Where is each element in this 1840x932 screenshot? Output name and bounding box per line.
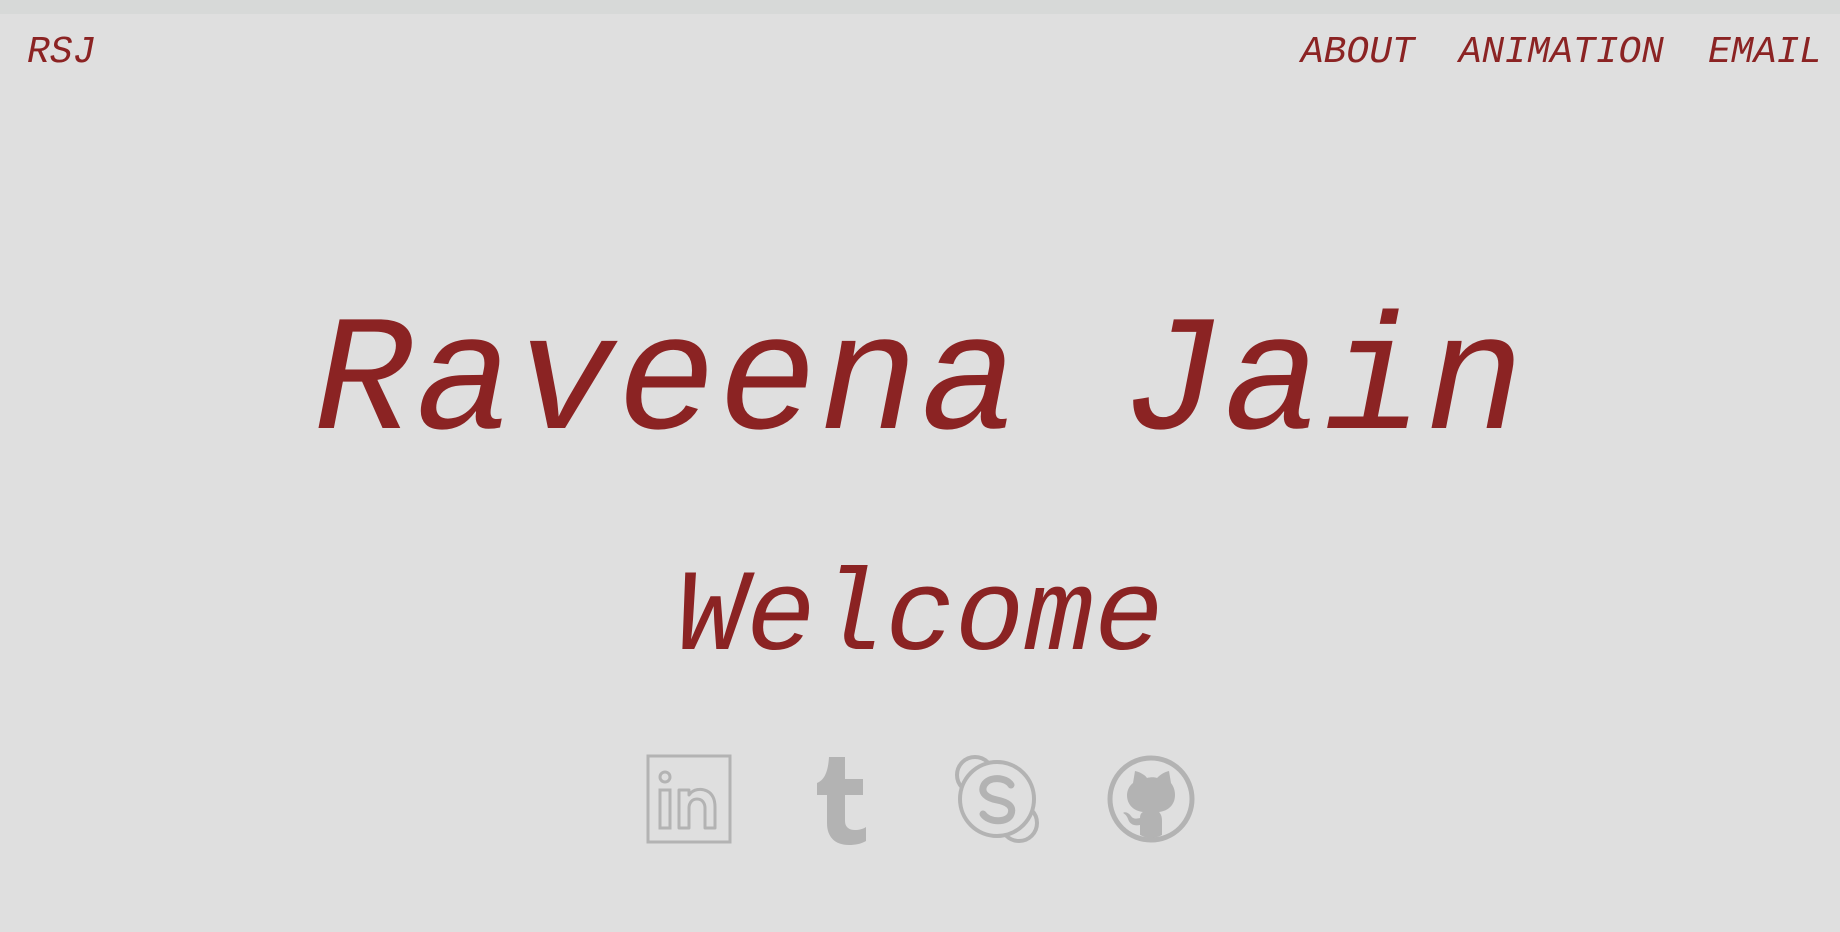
github-icon	[1105, 753, 1197, 845]
top-strip	[0, 0, 1840, 14]
tumblr-link[interactable]	[797, 753, 889, 845]
hero-subtitle: Welcome	[676, 552, 1164, 684]
social-links	[0, 753, 1840, 845]
linkedin-link[interactable]	[643, 753, 735, 845]
skype-link[interactable]	[951, 753, 1043, 845]
nav-about-link[interactable]: ABOUT	[1301, 33, 1415, 73]
skype-icon	[951, 751, 1043, 847]
brand-logo-link[interactable]: RSJ	[27, 33, 95, 73]
nav-email-link[interactable]: EMAIL	[1708, 33, 1822, 73]
github-link[interactable]	[1105, 753, 1197, 845]
tumblr-icon	[815, 751, 871, 847]
linkedin-icon	[645, 753, 733, 845]
main-nav: ABOUT ANIMATION EMAIL	[1301, 33, 1822, 73]
hero-name: Raveena Jain	[313, 291, 1527, 478]
nav-animation-link[interactable]: ANIMATION	[1459, 33, 1664, 73]
